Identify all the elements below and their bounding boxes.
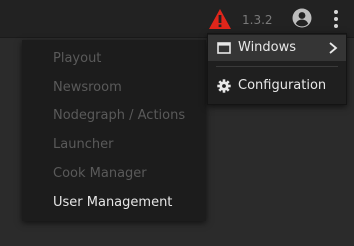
submenu-item-cook-manager[interactable]: Cook Manager [22,161,206,187]
menu-item-configuration[interactable]: Configuration [208,73,346,99]
windows-submenu: Playout Newsroom Nodegraph / Actions Lau… [22,40,206,221]
submenu-item-nodegraph-actions[interactable]: Nodegraph / Actions [22,103,206,129]
menu-divider [216,66,338,67]
menu-item-windows[interactable]: Windows [208,35,346,61]
account-circle-icon[interactable] [292,8,312,28]
submenu-item-playout[interactable]: Playout [22,46,206,72]
app-window: 1.3.2 Playout Newsroom Nodegraph / Actio… [0,0,354,246]
chevron-right-icon [329,42,338,54]
window-icon [217,42,231,54]
menu-item-label: Configuration [238,78,327,93]
submenu-item-launcher[interactable]: Launcher [22,132,206,158]
warning-triangle-icon[interactable] [208,8,232,30]
gear-icon [217,79,231,93]
main-menu: Windows Configuration [207,33,347,105]
menu-item-label: Windows [238,40,297,55]
more-vertical-icon[interactable] [330,9,342,29]
submenu-item-newsroom[interactable]: Newsroom [22,75,206,101]
version-label: 1.3.2 [242,13,273,27]
submenu-item-user-management[interactable]: User Management [22,190,206,216]
